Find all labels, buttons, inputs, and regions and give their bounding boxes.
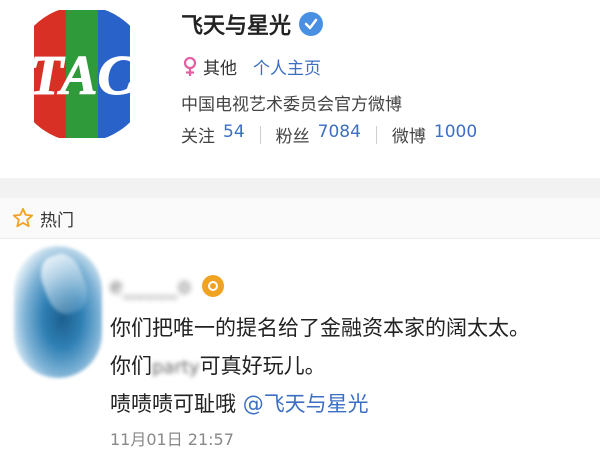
stat-label: 关注 [181, 127, 215, 147]
hot-section-title: 热门 [40, 210, 74, 231]
comment-text: 可真好玩儿。 [199, 354, 326, 378]
comment-text: 你们 [110, 354, 152, 378]
commenter-name[interactable]: e_____o [110, 274, 192, 298]
profile-name-row: 飞天与星光 [181, 8, 324, 40]
commenter-row: e_____o [110, 274, 224, 298]
comment-text: 啧啧啧可耻哦 [110, 392, 243, 416]
profile-name[interactable]: 飞天与星光 [181, 8, 291, 40]
hot-section-header: 热门 [0, 198, 600, 239]
vip-badge-icon [201, 275, 224, 297]
comment-timestamp: 11月01日 21:57 [110, 430, 234, 449]
profile-avatar[interactable]: TAC [14, 6, 150, 142]
gender-icon [183, 56, 197, 76]
stat-label: 粉丝 [275, 127, 310, 147]
verified-icon [299, 12, 324, 36]
profile-stats: 关注 54 粉丝 7084 微博 1000 [181, 122, 477, 147]
stat-value: 1000 [433, 122, 478, 142]
stat-posts[interactable]: 微博 1000 [392, 122, 477, 147]
stat-value: 7084 [317, 122, 361, 142]
comment-line-1: 你们把唯一的提名给了金融资本家的阔太太。 [110, 316, 530, 340]
comment-blurred-word: party [152, 357, 200, 378]
homepage-link[interactable]: 个人主页 [253, 54, 321, 79]
mention-link[interactable]: @飞天与星光 [243, 392, 369, 416]
stat-following[interactable]: 关注 54 [181, 122, 245, 147]
star-icon [12, 207, 34, 228]
profile-description: 中国电视艺术委员会官方微博 [181, 95, 402, 115]
commenter-avatar[interactable] [14, 246, 102, 378]
profile-meta: 其他 个人主页 [181, 54, 321, 79]
divider [375, 125, 377, 144]
avatar-logo-text: TAC [29, 45, 135, 107]
divider [259, 125, 261, 144]
comment-line-3: 啧啧啧可耻哦 @飞天与星光 [110, 388, 369, 418]
stat-followers[interactable]: 粉丝 7084 [276, 122, 361, 147]
stat-label: 微博 [391, 127, 426, 147]
hot-comment: e_____o 你们把唯一的提名给了金融资本家的阔太太。 你们party可真好玩… [0, 240, 600, 466]
section-gap [0, 178, 600, 198]
stat-value: 54 [223, 122, 245, 142]
profile-card: TAC 飞天与星光 其他 个人主页 中国电视艺术委员会官方微博 关注 54 粉丝… [0, 0, 600, 178]
comment-line-2: 你们party可真好玩儿。 [110, 350, 326, 380]
gender-label: 其他 [203, 59, 237, 79]
